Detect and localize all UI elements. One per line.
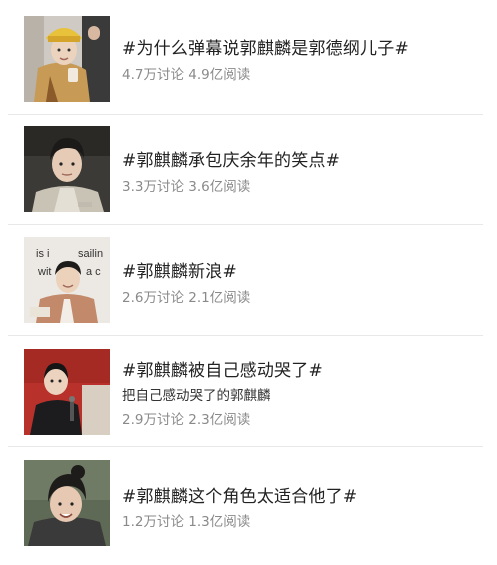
drama-still-photo-icon (24, 126, 110, 212)
topic-stats: 1.2万讨论 1.3亿阅读 (122, 514, 251, 530)
topic-thumbnail[interactable] (24, 16, 110, 102)
topic-item[interactable]: #郭麒麟这个角色太适合他了# 1.2万讨论 1.3亿阅读 (0, 447, 497, 557)
topic-item[interactable]: #为什么弹幕说郭麒麟是郭德纲儿子# 4.7万讨论 4.9亿阅读 (0, 0, 497, 115)
divider (8, 224, 483, 225)
topic-stats: 2.9万讨论 2.3亿阅读 (122, 412, 251, 428)
topic-stats: 3.3万讨论 3.6亿阅读 (122, 179, 251, 195)
topic-title[interactable]: #郭麒麟新浪# (122, 257, 237, 282)
topic-thumbnail[interactable] (24, 460, 110, 546)
topic-list: #为什么弹幕说郭麒麟是郭德纲儿子# 4.7万讨论 4.9亿阅读 #郭麒麟承包庆余… (0, 0, 497, 565)
thumb-text: wit (37, 266, 51, 278)
event-photo-icon: is i sailin wit a c (24, 237, 110, 323)
topic-thumbnail[interactable]: is i sailin wit a c (24, 237, 110, 323)
topic-stats: 2.6万讨论 2.1亿阅读 (122, 290, 251, 306)
costume-portrait-photo-icon (24, 460, 110, 546)
topic-title[interactable]: #郭麒麟这个角色太适合他了# (122, 482, 357, 507)
person-with-hat-photo-icon (24, 16, 110, 102)
thumb-text: is i (36, 248, 49, 260)
thumb-text: a c (86, 266, 101, 278)
topic-thumbnail[interactable] (24, 126, 110, 212)
divider (8, 114, 483, 115)
performance-photo-icon (24, 349, 110, 435)
topic-item[interactable]: is i sailin wit a c #郭麒麟新浪# 2.6万讨论 2.1亿阅… (0, 226, 497, 336)
topic-title[interactable]: #为什么弹幕说郭麒麟是郭德纲儿子# (122, 34, 409, 59)
topic-item[interactable]: #郭麒麟承包庆余年的笑点# 3.3万讨论 3.6亿阅读 (0, 116, 497, 226)
topic-thumbnail[interactable] (24, 349, 110, 435)
topic-stats: 4.7万讨论 4.9亿阅读 (122, 67, 251, 83)
topic-description: 把自己感动哭了的郭麒麟 (122, 388, 271, 404)
topic-title[interactable]: #郭麒麟被自己感动哭了# (122, 356, 323, 381)
thumb-text: sailin (78, 248, 103, 260)
topic-title[interactable]: #郭麒麟承包庆余年的笑点# (122, 146, 340, 171)
topic-item[interactable]: #郭麒麟被自己感动哭了# 把自己感动哭了的郭麒麟 2.9万讨论 2.3亿阅读 (0, 336, 497, 447)
